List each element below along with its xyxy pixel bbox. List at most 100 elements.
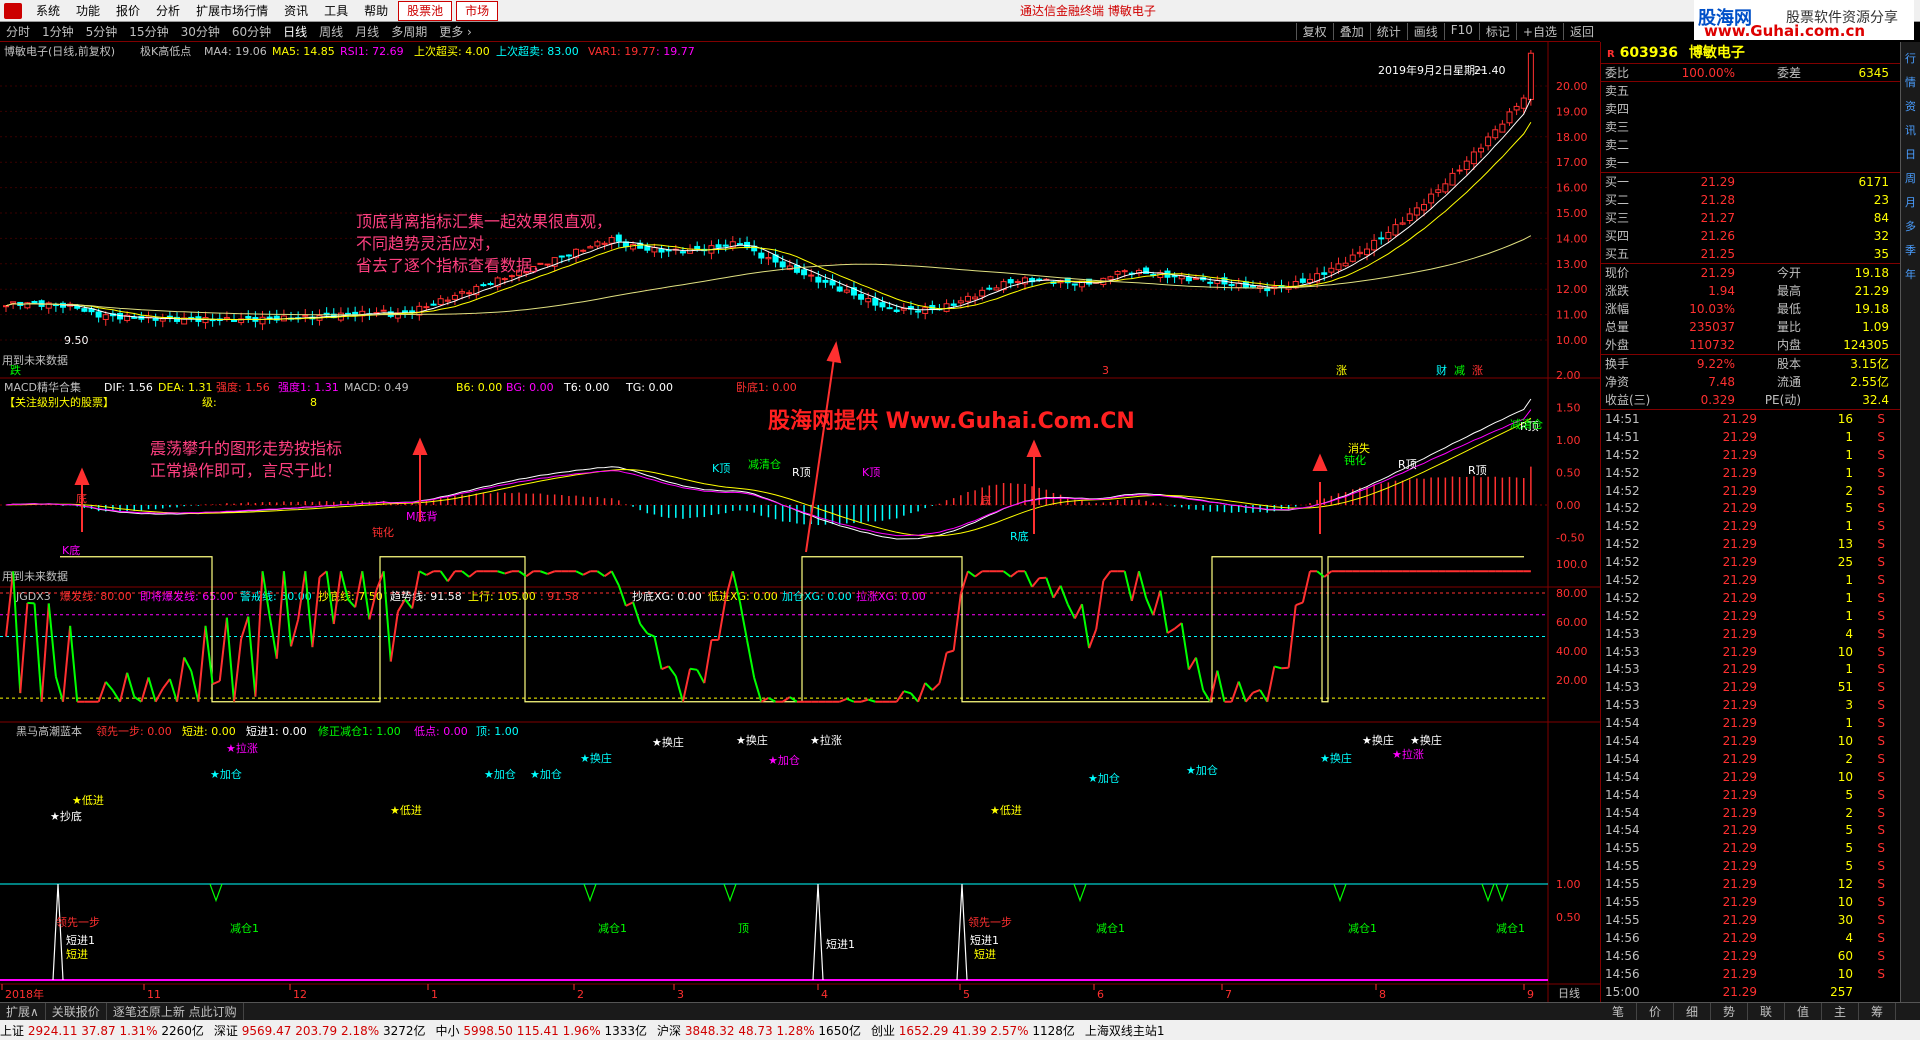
buy-level-price: 21.26 (1700, 229, 1735, 243)
index-quote[interactable]: 深证 9569.47 203.79 2.18% 3272亿 (214, 1022, 426, 1039)
tick-row[interactable]: 14:54 21.29 10 S (1601, 768, 1900, 786)
quote-tab[interactable]: 价 (1637, 1003, 1674, 1020)
candle-up (1363, 248, 1370, 256)
tick-row[interactable]: 14:53 21.29 1 S (1601, 660, 1900, 678)
tick-row[interactable]: 14:52 21.29 25 S (1601, 553, 1900, 571)
tick-direction: S (1877, 662, 1885, 677)
tick-row[interactable]: 14:56 21.29 10 S (1601, 965, 1900, 983)
tick-row[interactable]: 14:54 21.29 1 S (1601, 714, 1900, 732)
add-watchlist-button[interactable]: +自选 (1515, 23, 1563, 40)
buy-level-price: 21.28 (1700, 193, 1735, 207)
quote-tab[interactable]: 联 (1748, 1003, 1785, 1020)
tick-row[interactable]: 14:56 21.29 60 S (1601, 947, 1900, 965)
tick-row[interactable]: 14:54 21.29 5 S (1601, 786, 1900, 804)
tick-row[interactable]: 14:54 21.29 10 S (1601, 732, 1900, 750)
tick-row[interactable]: 14:56 21.29 4 S (1601, 929, 1900, 947)
tick-row[interactable]: 14:52 21.29 1 S (1601, 607, 1900, 625)
side-tab[interactable]: 行 (1905, 50, 1916, 66)
period-tab-1min[interactable]: 1分钟 (36, 23, 80, 40)
tick-row[interactable]: 14:55 21.29 5 S (1601, 857, 1900, 875)
period-tab-60min[interactable]: 60分钟 (226, 23, 277, 40)
tick-row[interactable]: 14:52 21.29 1 S (1601, 464, 1900, 482)
tick-row[interactable]: 14:53 21.29 4 S (1601, 625, 1900, 643)
menu-help[interactable]: 帮助 (356, 0, 396, 22)
tick-row[interactable]: 14:55 21.29 30 S (1601, 911, 1900, 929)
tick-row[interactable]: 14:52 21.29 5 S (1601, 499, 1900, 517)
tick-row[interactable]: 14:52 21.29 13 S (1601, 535, 1900, 553)
chart-area[interactable]: 博敏电子(日线,前复权) 极K高低点 MA4: 19.06 MA5: 14.85… (0, 42, 1600, 1002)
tick-list[interactable]: 14:51 21.29 16 S 14:51 21.29 1 S 14:52 21.29 1 S 14:… (1601, 410, 1900, 1000)
adjust-button[interactable]: 复权 (1295, 23, 1333, 40)
note-line-2: 不同趋势灵活应对， (356, 234, 500, 253)
quote-tab[interactable]: 主 (1822, 1003, 1859, 1020)
period-tab-30min[interactable]: 30分钟 (175, 23, 226, 40)
tick-row[interactable]: 14:54 21.29 2 S (1601, 804, 1900, 822)
menu-stock-pool[interactable]: 股票池 (398, 0, 453, 21)
quote-tab[interactable]: 值 (1785, 1003, 1822, 1020)
kline-chart-svg[interactable]: 博敏电子(日线,前复权) 极K高低点 MA4: 19.06 MA5: 14.85… (0, 42, 1600, 1002)
back-button[interactable]: 返回 (1562, 23, 1600, 40)
period-tab-multi[interactable]: 多周期 (385, 23, 433, 40)
jgdx-signal-label: ★加仓 (1186, 763, 1218, 777)
side-tab[interactable]: 周 (1905, 170, 1916, 186)
f10-button[interactable]: F10 (1443, 23, 1479, 40)
stats-button[interactable]: 统计 (1369, 23, 1407, 40)
period-tab-weekly[interactable]: 周线 (313, 23, 349, 40)
menu-system[interactable]: 系统 (28, 0, 68, 22)
side-tab[interactable]: 月 (1905, 194, 1916, 210)
tick-row[interactable]: 14:54 21.29 2 S (1601, 750, 1900, 768)
period-tab-fenshi[interactable]: 分时 (0, 23, 36, 40)
menu-analysis[interactable]: 分析 (148, 0, 188, 22)
side-tab[interactable]: 年 (1905, 266, 1916, 282)
menu-news[interactable]: 资讯 (276, 0, 316, 22)
extend-tab[interactable]: 扩展∧ (0, 1003, 46, 1020)
menu-function[interactable]: 功能 (68, 0, 108, 22)
tick-row[interactable]: 14:53 21.29 3 S (1601, 696, 1900, 714)
period-tab-5min[interactable]: 5分钟 (80, 23, 124, 40)
side-tab[interactable]: 季 (1905, 242, 1916, 258)
period-tab-more[interactable]: 更多 › (433, 23, 478, 40)
side-tab[interactable]: 资 (1905, 98, 1916, 114)
side-tab[interactable]: 多 (1905, 218, 1916, 234)
index-quote[interactable]: 创业 1652.29 41.39 2.57% 1128亿 (871, 1022, 1075, 1039)
quote-tab[interactable]: 筹 (1859, 1003, 1896, 1020)
quote-tab[interactable]: 势 (1711, 1003, 1748, 1020)
tick-row[interactable]: 14:51 21.29 16 S (1601, 410, 1900, 428)
tick-row[interactable]: 14:52 21.29 1 S (1601, 517, 1900, 535)
index-quote[interactable]: 上证 2924.11 37.87 1.31% 2260亿 (0, 1022, 204, 1039)
period-tab-daily[interactable]: 日线 (277, 23, 313, 40)
tick-row[interactable]: 15:00 21.29 257 (1601, 983, 1900, 1001)
period-tab-monthly[interactable]: 月线 (349, 23, 385, 40)
period-tab-15min[interactable]: 15分钟 (123, 23, 174, 40)
index-quote[interactable]: 沪深 3848.32 48.73 1.28% 1650亿 (657, 1022, 861, 1039)
menu-market[interactable]: 市场 (456, 0, 499, 21)
tick-row[interactable]: 14:52 21.29 2 S (1601, 482, 1900, 500)
quote-tab[interactable]: 细 (1674, 1003, 1711, 1020)
tick-row[interactable]: 14:52 21.29 1 S (1601, 571, 1900, 589)
menu-tools[interactable]: 工具 (316, 0, 356, 22)
tick-row[interactable]: 14:52 21.29 1 S (1601, 589, 1900, 607)
menu-extended-market[interactable]: 扩展市场行情 (188, 0, 276, 22)
order-restore-tab[interactable]: 逐笔还原上新 点此订购 (107, 1003, 244, 1020)
quote-tab[interactable]: 笔 (1600, 1003, 1637, 1020)
side-tab[interactable]: 讯 (1905, 122, 1916, 138)
tick-row[interactable]: 14:51 21.29 1 S (1601, 428, 1900, 446)
related-quote-tab[interactable]: 关联报价 (46, 1003, 107, 1020)
overlay-button[interactable]: 叠加 (1332, 23, 1370, 40)
mark-button[interactable]: 标记 (1478, 23, 1516, 40)
menu-quote[interactable]: 报价 (108, 0, 148, 22)
side-tab[interactable]: 日 (1905, 146, 1916, 162)
tick-row[interactable]: 14:53 21.29 51 S (1601, 678, 1900, 696)
tick-direction: S (1877, 841, 1885, 856)
tick-row[interactable]: 14:55 21.29 5 S (1601, 839, 1900, 857)
stat-row: 外盘 110732 内盘 124305 (1601, 336, 1900, 354)
side-tab[interactable]: 情 (1905, 74, 1916, 90)
index-quote[interactable]: 中小 5998.50 115.41 1.96% 1333亿 (435, 1022, 647, 1039)
tick-row[interactable]: 14:55 21.29 12 S (1601, 875, 1900, 893)
buy-level-spacer (1735, 191, 1805, 209)
tick-row[interactable]: 14:55 21.29 10 S (1601, 893, 1900, 911)
tick-row[interactable]: 14:52 21.29 1 S (1601, 446, 1900, 464)
tick-row[interactable]: 14:53 21.29 10 S (1601, 643, 1900, 661)
draw-button[interactable]: 画线 (1406, 23, 1444, 40)
tick-row[interactable]: 14:54 21.29 5 S (1601, 821, 1900, 839)
